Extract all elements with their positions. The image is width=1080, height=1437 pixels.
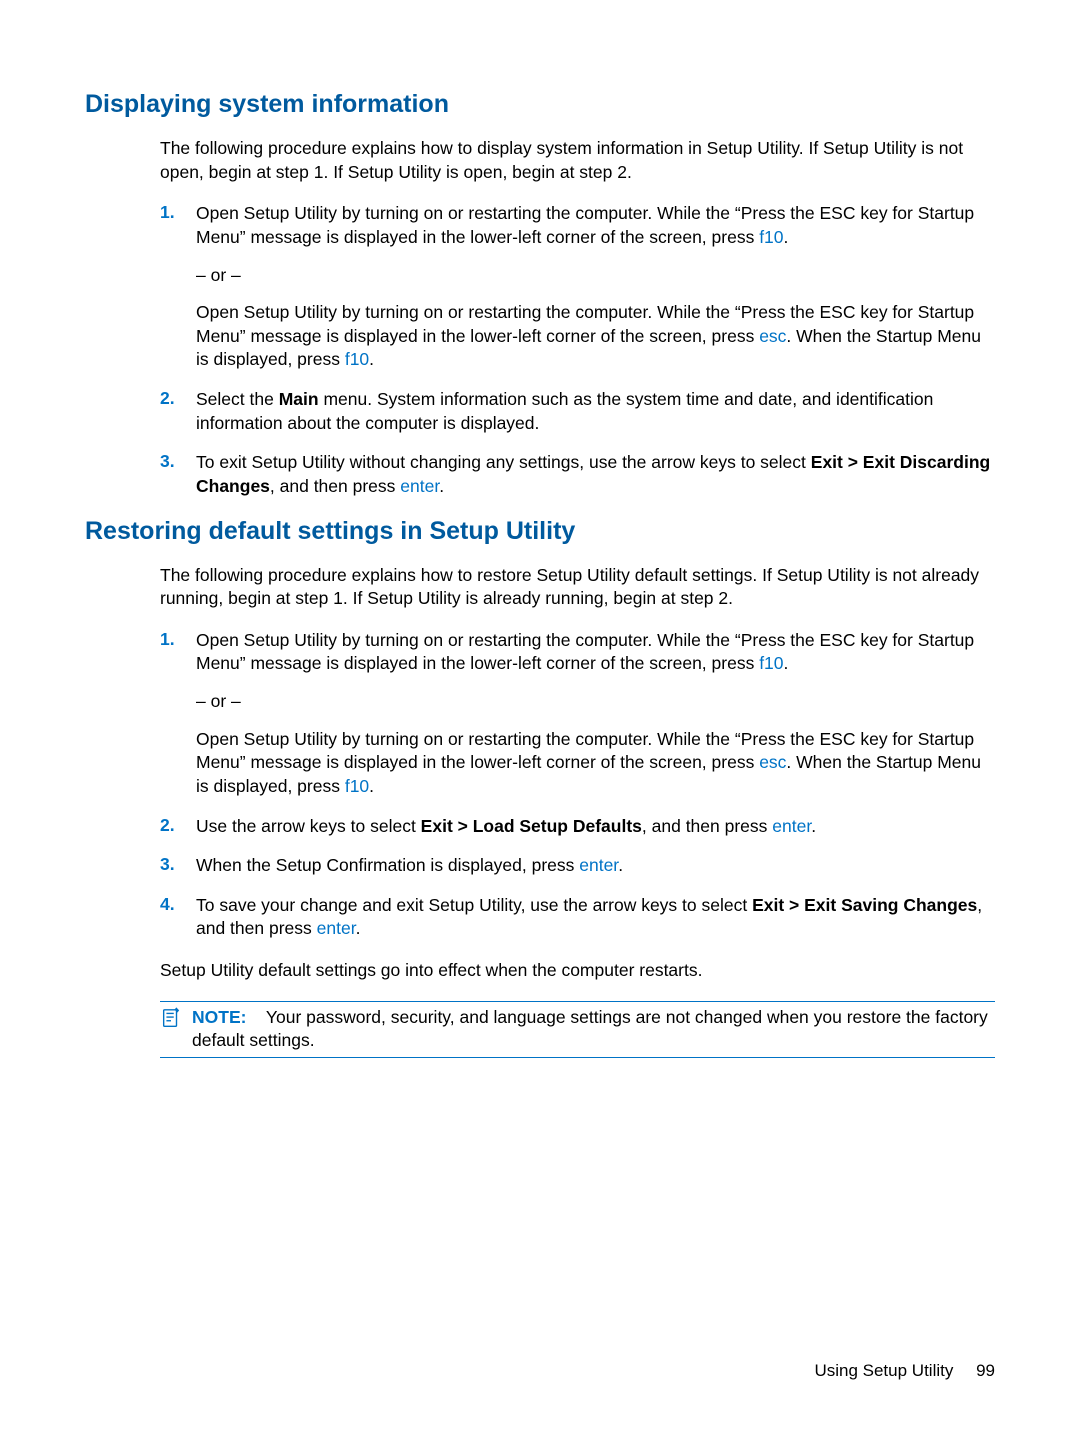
footer-text: Using Setup Utility [814,1361,953,1380]
note-box: NOTE: Your password, security, and langu… [160,1001,995,1058]
key-text: f10 [759,653,783,673]
key-text: f10 [759,227,783,247]
key-text: enter [317,918,356,938]
or-separator: – or – [196,264,995,288]
text: Use the arrow keys to select [196,816,421,836]
list-item: 1. Open Setup Utility by turning on or r… [160,629,995,799]
step-number: 3. [160,854,196,878]
bold-text: Main [279,389,319,409]
text: . [369,349,374,369]
step-body: Open Setup Utility by turning on or rest… [196,629,995,799]
text: Select the [196,389,279,409]
list-item: 3. When the Setup Confirmation is displa… [160,854,995,878]
list-item: 2. Select the Main menu. System informat… [160,388,995,435]
step-body: To save your change and exit Setup Utili… [196,894,995,941]
page-footer: Using Setup Utility 99 [814,1361,995,1381]
step-body: Open Setup Utility by turning on or rest… [196,202,995,372]
step-number: 2. [160,388,196,435]
or-separator: – or – [196,690,995,714]
list-item: 3. To exit Setup Utility without changin… [160,451,995,498]
step-number: 3. [160,451,196,498]
key-text: enter [400,476,439,496]
intro-paragraph: The following procedure explains how to … [160,564,995,611]
key-text: esc [759,752,786,772]
outro-paragraph: Setup Utility default settings go into e… [160,959,995,983]
text: . [811,816,816,836]
text: , and then press [270,476,400,496]
text: . [784,653,789,673]
section-heading: Displaying system information [85,90,995,119]
text: . [356,918,361,938]
ordered-list: 1. Open Setup Utility by turning on or r… [160,629,995,941]
text: To save your change and exit Setup Utili… [196,895,752,915]
bold-text: Exit > Exit Saving Changes [752,895,977,915]
step-body: To exit Setup Utility without changing a… [196,451,995,498]
step-body: Select the Main menu. System information… [196,388,995,435]
step-body: Use the arrow keys to select Exit > Load… [196,815,995,839]
list-item: 1. Open Setup Utility by turning on or r… [160,202,995,372]
text: When the Setup Confirmation is displayed… [196,855,579,875]
text: To exit Setup Utility without changing a… [196,452,811,472]
page-number: 99 [976,1361,995,1380]
bold-text: Exit > Load Setup Defaults [421,816,642,836]
ordered-list: 1. Open Setup Utility by turning on or r… [160,202,995,498]
step-number: 1. [160,202,196,372]
text: . [618,855,623,875]
step-number: 1. [160,629,196,799]
key-text: enter [579,855,618,875]
text: , and then press [642,816,772,836]
section-heading: Restoring default settings in Setup Util… [85,517,995,546]
text: . [439,476,444,496]
text: . [784,227,789,247]
key-text: f10 [345,349,369,369]
note-content: NOTE: Your password, security, and langu… [192,1006,995,1053]
key-text: enter [772,816,811,836]
step-number: 2. [160,815,196,839]
key-text: f10 [345,776,369,796]
intro-paragraph: The following procedure explains how to … [160,137,995,184]
list-item: 4. To save your change and exit Setup Ut… [160,894,995,941]
key-text: esc [759,326,786,346]
note-text: Your password, security, and language se… [192,1007,988,1051]
list-item: 2. Use the arrow keys to select Exit > L… [160,815,995,839]
text: Open Setup Utility by turning on or rest… [196,630,974,674]
note-icon [160,1007,182,1035]
text: . [369,776,374,796]
text: Open Setup Utility by turning on or rest… [196,203,974,247]
note-label: NOTE: [192,1007,246,1027]
step-number: 4. [160,894,196,941]
step-body: When the Setup Confirmation is displayed… [196,854,995,878]
